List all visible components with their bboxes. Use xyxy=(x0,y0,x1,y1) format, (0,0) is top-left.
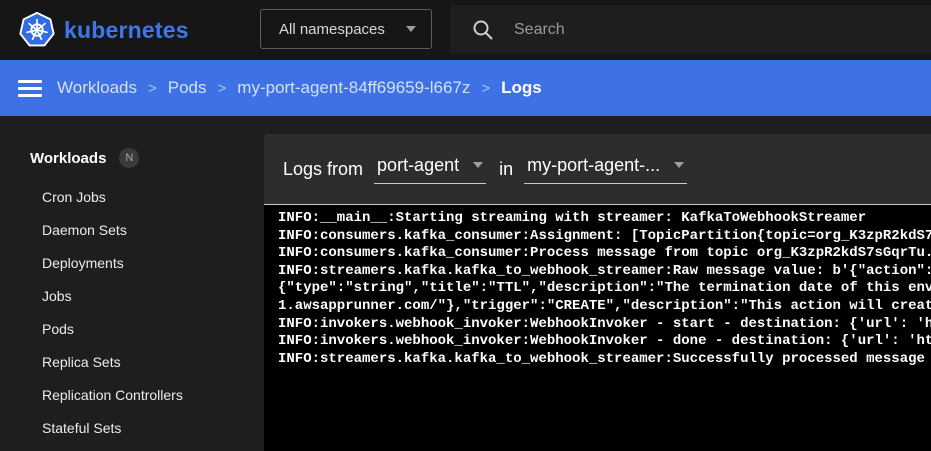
sidebar-item-stateful-sets[interactable]: Stateful Sets xyxy=(0,411,264,444)
log-viewer[interactable]: INFO:__main__:Starting streaming with st… xyxy=(264,204,931,451)
log-line: {"type":"string","title":"TTL","descript… xyxy=(278,280,931,298)
brand-name: kubernetes xyxy=(64,17,189,44)
breadcrumb-workloads[interactable]: Workloads xyxy=(57,78,137,98)
menu-icon[interactable] xyxy=(18,80,42,97)
log-line: 1.awsapprunner.com/"},"trigger":"CREATE"… xyxy=(278,298,931,316)
sidebar-section-label: Workloads xyxy=(30,150,106,167)
log-line: INFO:__main__:Starting streaming with st… xyxy=(278,210,931,228)
search-input[interactable] xyxy=(514,21,931,39)
log-line: INFO:consumers.kafka_consumer:Process me… xyxy=(278,245,931,263)
search-icon xyxy=(472,19,494,41)
brand-link[interactable]: kubernetes xyxy=(18,10,189,50)
chevron-down-icon xyxy=(674,162,684,168)
logs-card: Logs from port-agent in my-port-agent-..… xyxy=(264,134,931,451)
sidebar-item-replica-sets[interactable]: Replica Sets xyxy=(0,345,264,378)
sidebar-item-deployments[interactable]: Deployments xyxy=(0,246,264,279)
namespace-selector[interactable]: All namespaces xyxy=(260,9,432,49)
container-selector[interactable]: port-agent xyxy=(374,155,486,184)
container-selector-value: port-agent xyxy=(377,155,459,176)
breadcrumb-separator: > xyxy=(481,80,490,97)
sidebar-item-daemon-sets[interactable]: Daemon Sets xyxy=(0,213,264,246)
top-bar: kubernetes All namespaces xyxy=(0,0,931,60)
sidebar-item-cron-jobs[interactable]: Cron Jobs xyxy=(0,180,264,213)
sidebar-item-replication-controllers[interactable]: Replication Controllers xyxy=(0,378,264,411)
logs-card-header: Logs from port-agent in my-port-agent-..… xyxy=(264,134,931,204)
pod-selector[interactable]: my-port-agent-... xyxy=(524,155,687,184)
kubernetes-logo-icon xyxy=(18,11,56,49)
sidebar-item-pods[interactable]: Pods xyxy=(0,312,264,345)
log-line: INFO:streamers.kafka.kafka_to_webhook_st… xyxy=(278,263,931,281)
pod-selector-value: my-port-agent-... xyxy=(527,155,660,176)
logs-title-infix: in xyxy=(499,159,513,180)
breadcrumb-separator: > xyxy=(148,80,157,97)
sidebar: Workloads N Cron Jobs Daemon Sets Deploy… xyxy=(0,116,264,451)
logs-title-prefix: Logs from xyxy=(283,159,363,180)
breadcrumb-pods[interactable]: Pods xyxy=(168,78,207,98)
log-line: INFO:invokers.webhook_invoker:WebhookInv… xyxy=(278,333,931,351)
chevron-down-icon xyxy=(473,162,483,168)
log-line: INFO:consumers.kafka_consumer:Assignment… xyxy=(278,228,931,246)
search-bar[interactable] xyxy=(450,5,931,54)
sidebar-item-jobs[interactable]: Jobs xyxy=(0,279,264,312)
sidebar-nav: Cron Jobs Daemon Sets Deployments Jobs P… xyxy=(0,180,264,444)
kubernetes-dashboard: kubernetes All namespaces Workloads > Po… xyxy=(0,0,931,451)
log-line: INFO:streamers.kafka.kafka_to_webhook_st… xyxy=(278,351,931,369)
sidebar-section-badge: N xyxy=(119,148,139,168)
breadcrumb-pod-name[interactable]: my-port-agent-84ff69659-l667z xyxy=(237,78,470,98)
breadcrumb-current-logs: Logs xyxy=(501,78,542,98)
breadcrumb-separator: > xyxy=(218,80,227,97)
breadcrumb-bar: Workloads > Pods > my-port-agent-84ff696… xyxy=(0,60,931,116)
sidebar-section-workloads: Workloads N xyxy=(30,148,264,168)
chevron-down-icon xyxy=(406,26,416,32)
breadcrumb: Workloads > Pods > my-port-agent-84ff696… xyxy=(57,78,542,98)
log-line: INFO:invokers.webhook_invoker:WebhookInv… xyxy=(278,316,931,334)
namespace-selector-value: All namespaces xyxy=(279,21,385,38)
